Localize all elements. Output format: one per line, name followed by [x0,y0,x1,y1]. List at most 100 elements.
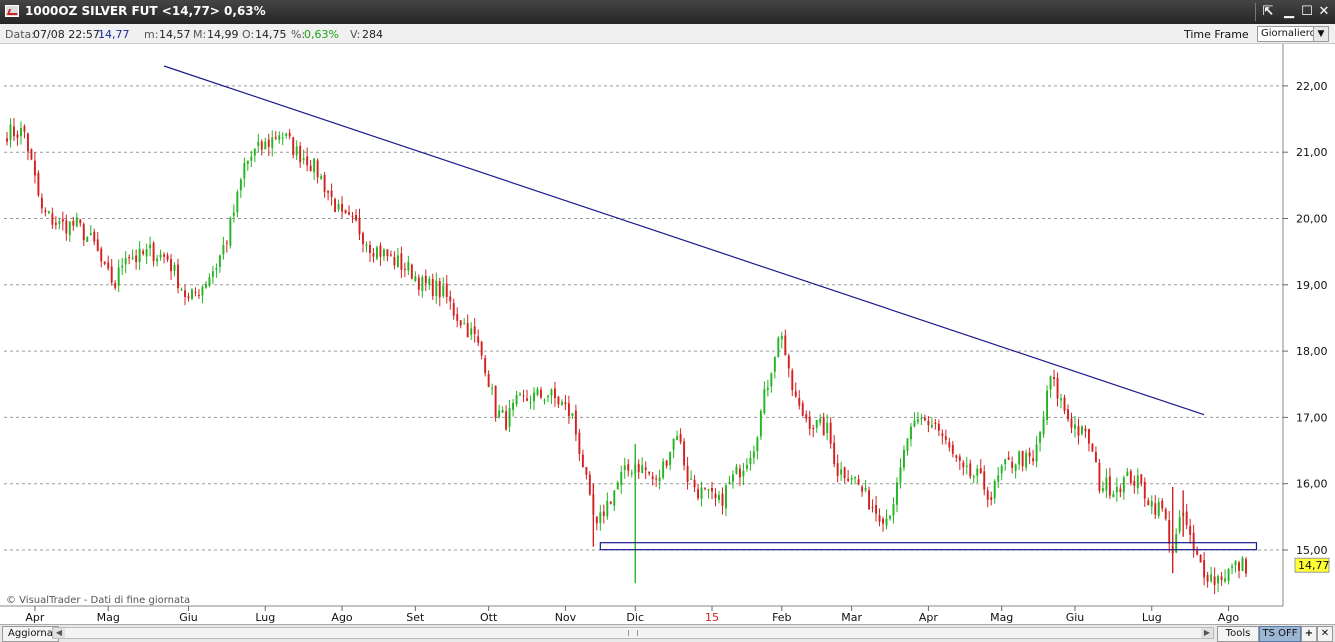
candle-body [274,136,277,139]
candle-body [93,231,96,242]
price-chart[interactable]: 22,00 21,00 20,00 19,00 18,00 17,00 16,00 15,00… [0,44,1335,624]
time-tick-label: Feb [772,611,791,624]
candle-body [571,413,574,416]
chart-scrollbar[interactable]: ◀ ▶ [52,627,1214,639]
candle-body [299,146,302,163]
candle-body [1206,575,1209,582]
candle-body [131,257,134,259]
bottom-toolbar: Aggiorna ◀ ▶ Tools TS OFF + ✕ [0,624,1335,642]
candle-body [651,476,654,480]
tools-button[interactable]: Tools [1217,626,1259,642]
candle-body [1210,574,1213,582]
support-box[interactable] [599,542,1258,551]
candle-body [23,126,26,132]
candle-body [341,203,344,212]
scroll-right-icon[interactable]: ▶ [1201,628,1213,638]
candle-body [1122,477,1125,493]
candle-body [1049,376,1052,390]
date-label: Data: [5,28,35,41]
candle-body [47,211,50,214]
candle-body [557,397,560,405]
candle-body [372,253,375,257]
resistance-trendline[interactable] [163,65,1205,416]
candle-body [456,314,459,321]
candle-body [878,515,881,522]
minimize-button[interactable]: ▁ [1281,4,1297,20]
candle-body [567,403,570,417]
candle-body [1011,461,1014,468]
window-titlebar: 1000OZ SILVER FUT <14,77> 0,63% ⇱ ▁ ☐ ✕ [0,0,1335,24]
pin-icon[interactable]: ⇱ [1260,4,1276,20]
candle-body [170,259,172,272]
candle-body [550,389,553,396]
close-button[interactable]: ✕ [1316,4,1332,20]
candle-body [941,433,944,437]
candle-body [417,277,420,290]
candle-body [480,341,483,356]
candle-body [1025,452,1028,468]
candle-body [857,479,860,485]
add-button[interactable]: + [1301,626,1317,642]
candle-body [1227,568,1230,581]
candle-body [690,478,693,480]
candle-body [393,257,396,266]
candle-body [379,245,382,257]
maximize-button[interactable]: ☐ [1299,4,1315,20]
time-tick-label: Mar [841,611,862,624]
candle-body [358,217,361,235]
close-panel-button[interactable]: ✕ [1317,626,1333,642]
candle-body [334,199,337,212]
time-tick-label: Mag [990,611,1013,624]
candle-body [526,398,528,401]
candle-body [82,224,85,241]
candle-body [868,490,871,510]
timeframe-select[interactable]: Giornaliero ▼ [1257,26,1329,42]
candle-body [61,218,64,222]
candle-body [222,245,225,255]
candle-body [362,233,364,245]
refresh-button[interactable]: Aggiorna [2,626,59,642]
candle-body [983,471,986,490]
candle-body [1241,557,1244,572]
candle-body [309,165,312,172]
scroll-left-icon[interactable]: ◀ [53,628,65,638]
time-tick-label: Apr [919,611,939,624]
candle-body [30,148,33,160]
candle-body [581,454,584,468]
candle-body [484,357,487,374]
candle-body [892,504,895,516]
candle-body [1108,476,1111,496]
candle-body [466,323,469,338]
candle-body [616,482,619,490]
candle-body [962,462,965,468]
candle-body [1032,458,1035,462]
dropdown-arrow-icon[interactable]: ▼ [1313,27,1328,41]
max-label: M: [193,28,207,41]
time-tick-label: Lug [255,611,275,624]
candle-body [1014,464,1017,471]
candle-body [1238,562,1240,571]
candle-body [1087,429,1090,444]
candle-body [725,485,727,509]
candle-body [1178,517,1181,532]
candle-body [389,254,392,256]
candle-body [201,286,204,296]
candle-body [700,487,703,499]
window-title: 1000OZ SILVER FUT <14,77> 0,63% [25,4,266,18]
candle-body [1154,503,1157,515]
candle-body [766,387,769,390]
candle-body [348,212,350,215]
candlestick-chart[interactable]: 22,00 21,00 20,00 19,00 18,00 17,00 16,00 15,00… [0,44,1335,624]
candle-body [271,137,274,148]
price-tick-label: 22,00 [1296,80,1328,93]
candles [6,118,1247,595]
candle-body [1084,428,1087,432]
candle-body [899,467,902,483]
candle-body [777,337,780,358]
ts-off-button[interactable]: TS OFF [1259,626,1301,642]
candle-body [861,486,864,492]
time-tick-label: Ott [480,611,498,624]
candle-body [470,328,473,335]
scroll-thumb[interactable] [628,630,638,636]
candle-body [1157,502,1160,516]
